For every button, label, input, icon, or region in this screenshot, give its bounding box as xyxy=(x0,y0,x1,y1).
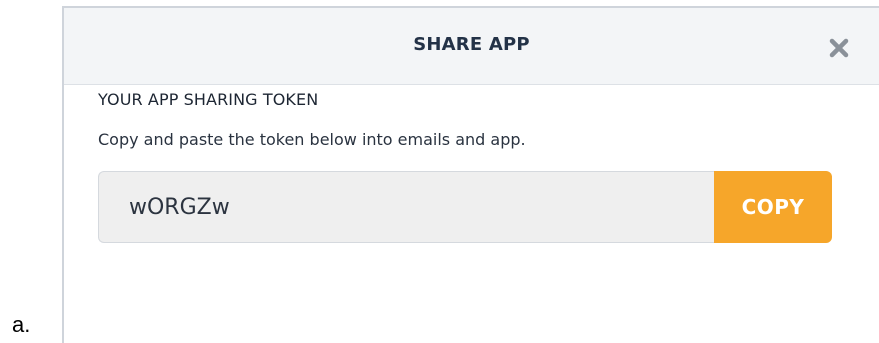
modal-title: SHARE APP xyxy=(413,34,530,55)
close-icon xyxy=(829,38,849,58)
token-input[interactable] xyxy=(98,171,714,243)
modal-header: SHARE APP xyxy=(64,8,879,85)
section-description: Copy and paste the token below into emai… xyxy=(98,130,526,149)
section-heading: YOUR APP SHARING TOKEN xyxy=(98,90,319,109)
list-marker: a. xyxy=(12,312,31,337)
close-button[interactable] xyxy=(827,36,851,60)
share-app-modal: SHARE APP YOUR APP SHARING TOKEN Copy an… xyxy=(62,6,879,343)
copy-button[interactable]: COPY xyxy=(714,171,832,243)
